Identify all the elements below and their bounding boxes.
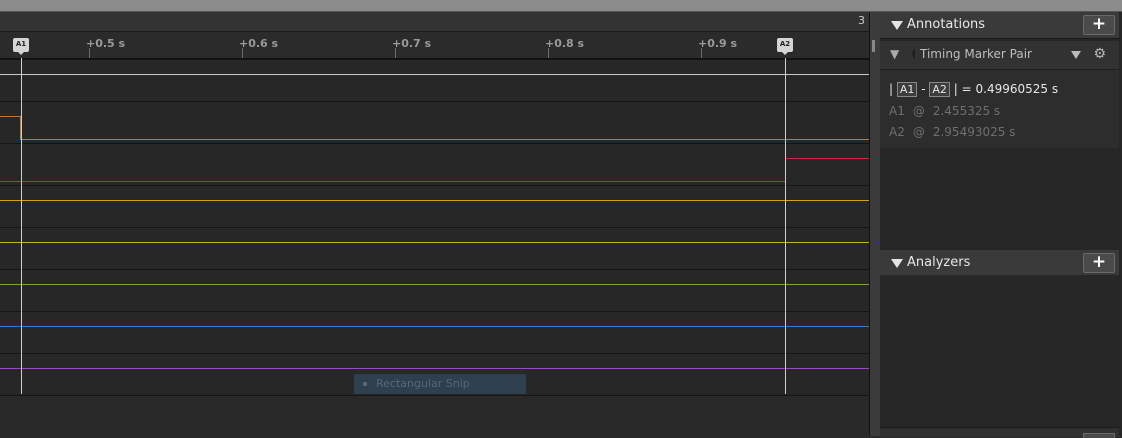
- marker-a1-time: 2.455325 s: [932, 104, 1001, 118]
- add-annotation-button[interactable]: +: [1083, 15, 1115, 35]
- marker-a2-line[interactable]: [785, 58, 786, 394]
- channel-row-3[interactable]: [0, 185, 869, 229]
- delta-tag-a2: A2: [929, 82, 950, 97]
- waveform-bottom-area: [0, 395, 869, 437]
- delta-tag-a1: A1: [896, 82, 918, 97]
- snip-label: Rectangular Snip: [376, 377, 470, 390]
- channel-7-signal: [0, 368, 869, 369]
- annotations-header[interactable]: Annotations +: [880, 12, 1119, 39]
- channel-row-6[interactable]: [0, 311, 869, 355]
- ruler-tick-mark: [395, 48, 396, 58]
- channel-4-signal: [0, 242, 869, 243]
- ruler-tick-mark: [89, 48, 90, 58]
- channel-row-4[interactable]: [0, 227, 869, 271]
- channel-3-signal: [0, 200, 869, 201]
- channel-0-signal: [0, 74, 869, 75]
- channel-2-signal-low: [0, 181, 786, 182]
- ruler-tick-mark: [548, 48, 549, 58]
- channel-1-signal-high: [0, 116, 21, 117]
- channel-row-5[interactable]: [0, 269, 869, 313]
- splitter-grip-icon[interactable]: [872, 40, 875, 52]
- rectangular-snip-tooltip: Rectangular Snip: [354, 374, 526, 394]
- marker-chevron-icon: [912, 48, 915, 60]
- ruler-tick: +0.5 s: [86, 37, 126, 50]
- ruler-tick: +0.6 s: [239, 37, 279, 50]
- channel-1-signal-low: [20, 139, 869, 140]
- marker-a1-at: @: [912, 104, 925, 118]
- analyzers-header[interactable]: Analyzers +: [880, 250, 1119, 277]
- marker-a2-time-row: A2 @2.95493025 s: [889, 125, 1023, 139]
- channel-5-signal: [0, 284, 869, 285]
- marker-pair-name: Timing Marker Pair: [920, 47, 1032, 61]
- marker-a1-line[interactable]: [21, 58, 22, 394]
- delta-dash: -: [921, 82, 926, 96]
- delta-bar-left: |: [889, 82, 894, 96]
- gear-icon[interactable]: ⚙: [1093, 46, 1106, 62]
- ruler-tick: +0.8 s: [545, 37, 585, 50]
- collapse-triangle-icon[interactable]: [891, 259, 903, 268]
- marker-a1-time-row: A1 @2.455325 s: [889, 104, 1008, 118]
- ruler-tick-mark: [701, 48, 702, 58]
- window-top-strip: [0, 0, 1122, 12]
- delta-bar-right: | =: [953, 82, 972, 96]
- analyzers-list: [880, 275, 1119, 427]
- timing-marker-pair-row[interactable]: ▼ Timing Marker Pair ⚙: [880, 41, 1119, 70]
- channel-6-signal: [0, 326, 869, 327]
- marker-a2-label: A2: [889, 125, 905, 139]
- marker-a2-at: @: [912, 125, 925, 139]
- ruler-tick-mark: [242, 48, 243, 58]
- channel-2-signal-high: [785, 158, 869, 159]
- waveform-view[interactable]: 3 A1 +0.5 s +0.6 s +0.7 s +0.8 s +0.9 s …: [0, 12, 869, 437]
- delta-value: 0.49960525 s: [975, 82, 1059, 96]
- page-indicator: 3: [858, 14, 865, 27]
- channel-row-0[interactable]: [0, 59, 869, 103]
- marker-a1-label: A1: [889, 104, 905, 118]
- marker-a1-flag[interactable]: A1: [13, 38, 29, 55]
- time-ruler[interactable]: A1 +0.5 s +0.6 s +0.7 s +0.8 s +0.9 s A2: [0, 32, 869, 59]
- side-panel: Annotations + ▼ Timing Marker Pair ⚙ | A…: [880, 12, 1122, 438]
- pin-icon[interactable]: ▼: [890, 47, 899, 61]
- timeline-overview[interactable]: 3: [0, 12, 869, 32]
- analyzers-title: Analyzers: [907, 255, 971, 270]
- add-analyzer-button[interactable]: +: [1083, 253, 1115, 273]
- marker-a2-time: 2.95493025 s: [932, 125, 1016, 139]
- snip-icon: [363, 382, 367, 386]
- channel-row-2[interactable]: [0, 143, 869, 187]
- marker-a2-flag[interactable]: A2: [777, 38, 793, 55]
- marker-dropdown-icon[interactable]: [1071, 51, 1081, 59]
- channel-row-1[interactable]: [0, 101, 869, 145]
- ruler-tick: +0.9 s: [698, 37, 738, 50]
- annotations-title: Annotations: [907, 17, 986, 32]
- delta-measurement: | A1 - A2 | = 0.49960525 s: [889, 82, 1058, 97]
- marker-pair-info: | A1 - A2 | = 0.49960525 s A1 @2.455325 s…: [880, 70, 1119, 148]
- ruler-tick: +0.7 s: [392, 37, 432, 50]
- collapse-triangle-icon[interactable]: [891, 21, 903, 30]
